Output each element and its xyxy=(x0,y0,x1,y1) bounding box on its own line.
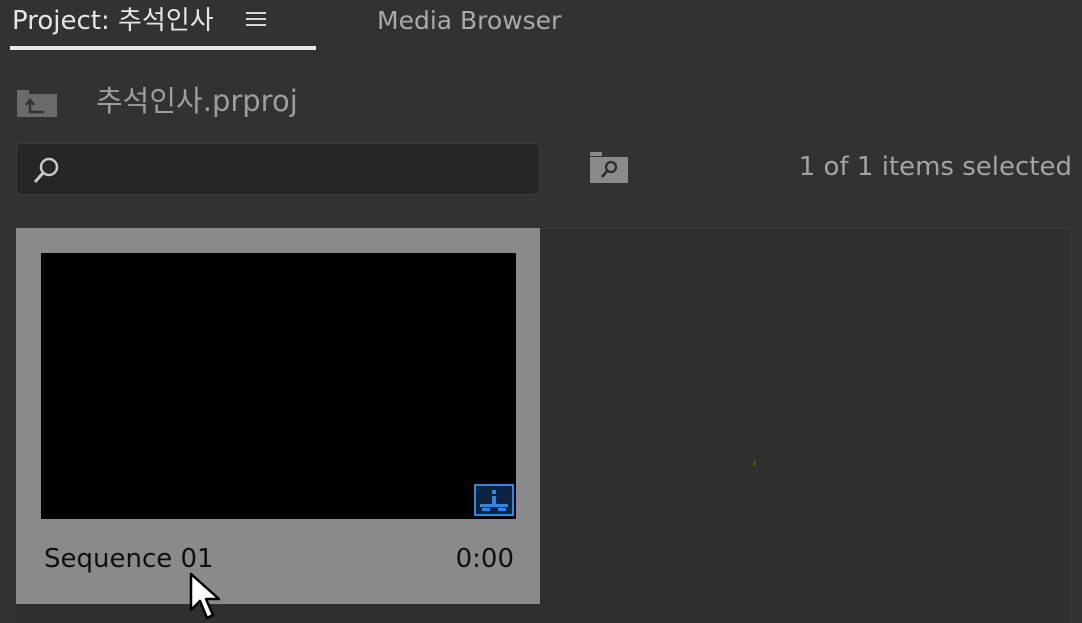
clip-duration: 0:00 xyxy=(455,544,514,574)
selection-status: 1 of 1 items selected xyxy=(798,152,1072,182)
new-search-bin-icon[interactable] xyxy=(588,150,630,184)
project-file-name: 추석인사.prproj xyxy=(96,84,298,118)
active-tab-indicator xyxy=(10,46,316,50)
sequence-icon xyxy=(474,484,514,516)
tab-project[interactable]: Project: 추석인사 xyxy=(12,4,266,44)
speck xyxy=(753,461,756,466)
panel-menu-icon[interactable] xyxy=(245,12,266,26)
folder-up-icon[interactable] xyxy=(16,88,58,118)
clip-name[interactable]: Sequence 01 xyxy=(44,544,214,574)
clip-thumbnail[interactable] xyxy=(41,253,516,519)
search-icon xyxy=(33,157,59,183)
search-input[interactable] xyxy=(75,152,529,188)
tab-project-label: Project: 추석인사 xyxy=(12,6,214,36)
clip-card-sequence-01[interactable]: Sequence 01 0:00 xyxy=(16,228,540,604)
tab-bar: Project: 추석인사 Media Browser xyxy=(0,0,1082,56)
tab-media-browser-label: Media Browser xyxy=(377,6,562,35)
tab-media-browser[interactable]: Media Browser xyxy=(377,4,561,44)
project-path-row: 추석인사.prproj xyxy=(0,72,1082,128)
search-field[interactable] xyxy=(16,143,540,195)
project-panel: Project: 추석인사 Media Browser 추석인사.prproj xyxy=(0,0,1082,623)
